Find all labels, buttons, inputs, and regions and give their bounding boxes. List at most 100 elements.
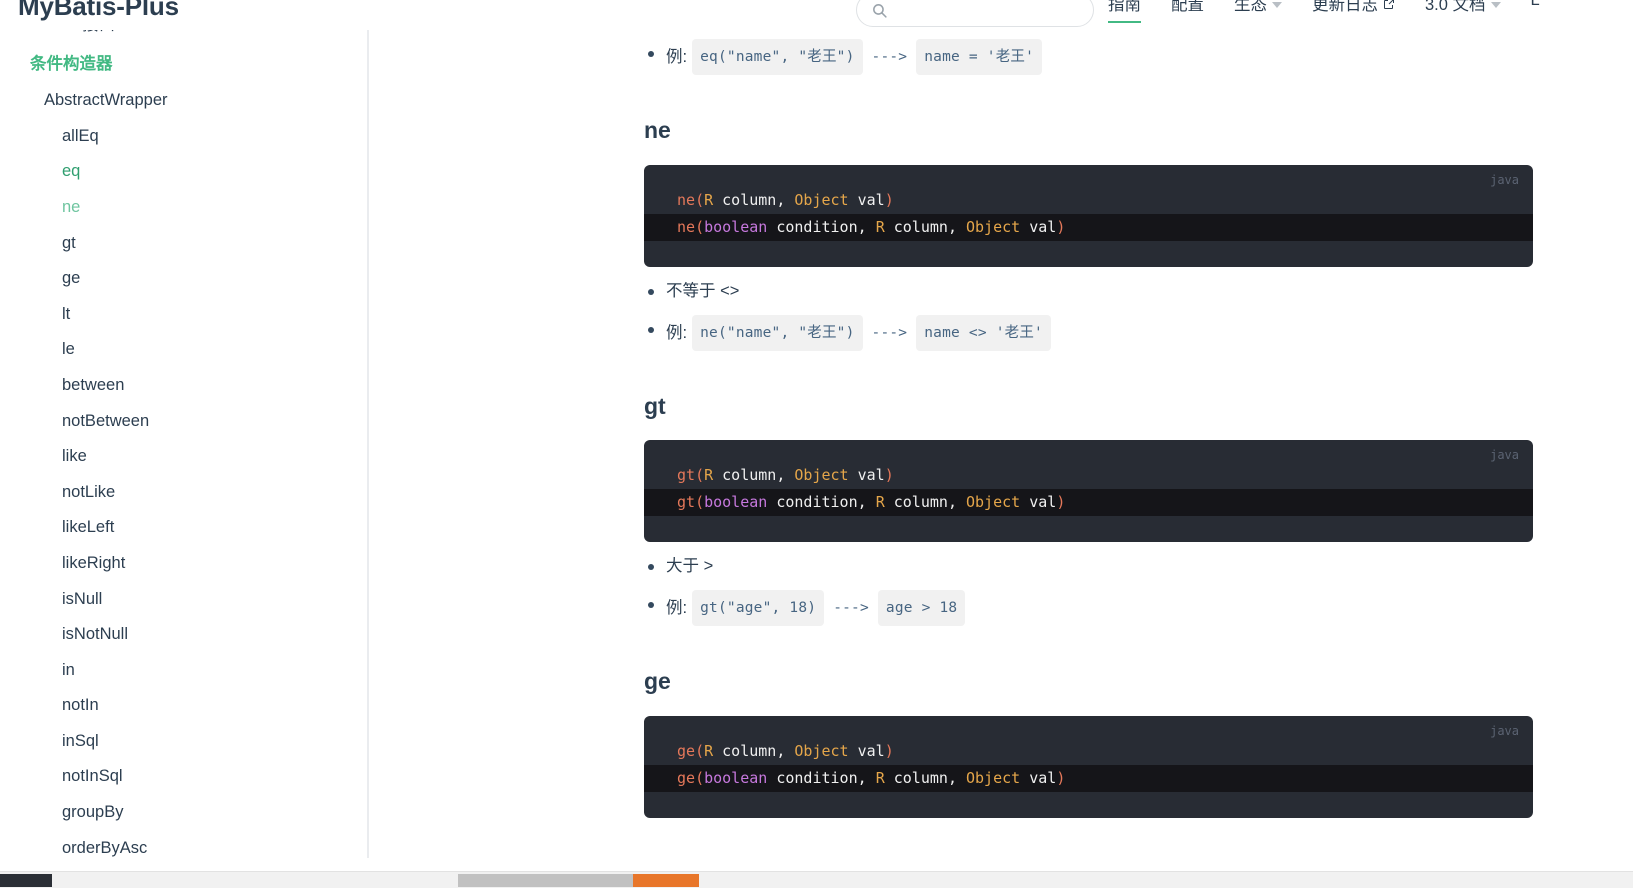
- arrow-separator: --->: [833, 600, 869, 617]
- sidebar-item-notInSql[interactable]: notInSql: [0, 759, 352, 795]
- code-token-var: val: [848, 466, 885, 485]
- code-token-type: Object: [794, 466, 849, 485]
- code-token-type: R: [704, 741, 714, 760]
- code-token-type: Object: [966, 768, 1021, 787]
- code-token-type: R: [875, 493, 885, 512]
- sidebar-item-in[interactable]: in: [0, 652, 352, 688]
- code-block-ge[interactable]: java ge(R column, Object val) ge(boolean…: [644, 715, 1533, 818]
- horizontal-scrollbar-thumb[interactable]: [458, 874, 699, 887]
- code-token-punc: (: [695, 493, 705, 512]
- nav-item-config[interactable]: 配置: [1171, 0, 1204, 23]
- code-token-var: ,: [947, 217, 966, 236]
- external-link-icon: [1383, 0, 1395, 10]
- code-token-var: val: [848, 190, 885, 209]
- nav-item-guide[interactable]: 指南: [1108, 0, 1141, 23]
- nav-item-label: 指南: [1108, 0, 1141, 14]
- code-token-var: val: [848, 741, 885, 760]
- section-heading-gt: gt: [644, 392, 666, 419]
- example-label: 例:: [666, 48, 688, 66]
- code-token-type: R: [704, 466, 714, 485]
- sidebar-item-like[interactable]: like: [0, 438, 352, 474]
- code-token-punc: ): [884, 190, 894, 209]
- search-icon: [871, 2, 888, 19]
- code-token-var: column: [884, 493, 948, 512]
- code-token-type: Object: [966, 493, 1021, 512]
- code-token-type: R: [875, 217, 885, 236]
- ne-bullet-list: 不等于 <> 例: ne("name", "老王") ---> name <> …: [644, 277, 1546, 351]
- sidebar-item-notBetween[interactable]: notBetween: [0, 403, 352, 439]
- sidebar-list: CRUD 接口 条件构造器 AbstractWrapper allEq eq n…: [0, 30, 352, 858]
- code-language-label: java: [1490, 172, 1519, 187]
- code-token-var: condition: [767, 768, 858, 787]
- nav-item-ecosystem[interactable]: 生态: [1234, 0, 1282, 23]
- code-block-gt[interactable]: java gt(R column, Object val) gt(boolean…: [644, 440, 1533, 543]
- nav-item-language[interactable]: L: [1531, 0, 1540, 18]
- nav-item-changelog[interactable]: 更新日志: [1312, 0, 1395, 23]
- code-line-highlighted: ne(boolean condition, R column, Object v…: [644, 213, 1533, 241]
- sidebar-item-eq[interactable]: eq: [0, 154, 352, 190]
- search-input[interactable]: [888, 0, 1093, 26]
- bullet-text: 不等于 <>: [666, 281, 740, 300]
- doc-body: 例: eq("name", "老王") ---> name = '老王' ne …: [386, 30, 1546, 824]
- code-token-var: ,: [857, 217, 876, 236]
- horizontal-scrollbar[interactable]: [0, 871, 1633, 888]
- code-token-var: val: [1020, 493, 1057, 512]
- sidebar-item-isNotNull[interactable]: isNotNull: [0, 616, 352, 652]
- sidebar-item-groupBy[interactable]: groupBy: [0, 794, 352, 830]
- search-box[interactable]: [856, 0, 1094, 27]
- code-token-var: ,: [857, 768, 876, 787]
- sidebar-item-le[interactable]: le: [0, 332, 352, 368]
- eq-example-list: 例: eq("name", "老王") ---> name = '老王': [644, 39, 1546, 75]
- code-token-kw: boolean: [704, 493, 768, 512]
- nav-item-label: 配置: [1171, 0, 1204, 14]
- code-token-fn: ge: [677, 741, 696, 760]
- sidebar-item-between[interactable]: between: [0, 367, 352, 403]
- sidebar-item-ge[interactable]: ge: [0, 260, 352, 296]
- code-token-punc: ): [884, 466, 894, 485]
- sidebar-group-title-wrapper[interactable]: 条件构造器: [0, 42, 352, 82]
- sidebar-item-orderByAsc[interactable]: orderByAsc: [0, 830, 352, 858]
- example-label: 例:: [666, 599, 688, 618]
- sidebar-item-gt[interactable]: gt: [0, 225, 352, 261]
- bullet-text: 大于 >: [666, 557, 714, 576]
- taskbar-active-item[interactable]: [633, 874, 699, 887]
- example-code: gt("age", 18): [692, 590, 825, 627]
- code-token-fn: ne: [677, 217, 696, 236]
- nav-item-label: 更新日志: [1312, 0, 1378, 14]
- sidebar-item-isNull[interactable]: isNull: [0, 581, 352, 617]
- example-result: name = '老王': [916, 39, 1043, 75]
- sidebar-item-inSql[interactable]: inSql: [0, 723, 352, 759]
- section-heading-ne: ne: [644, 117, 671, 143]
- main-content: 例: eq("name", "老王") ---> name = '老王' ne …: [386, 30, 1633, 858]
- code-language-label: java: [1490, 723, 1519, 738]
- sidebar-item-crud-api[interactable]: CRUD 接口: [0, 30, 352, 42]
- code-token-var: ,: [947, 493, 966, 512]
- sidebar-item-likeLeft[interactable]: likeLeft: [0, 510, 352, 546]
- sidebar-item-notIn[interactable]: notIn: [0, 688, 352, 724]
- sidebar-item-notLike[interactable]: notLike: [0, 474, 352, 510]
- list-item: 不等于 <>: [644, 277, 1546, 305]
- sidebar-item-abstractwrapper[interactable]: AbstractWrapper: [0, 82, 352, 118]
- code-token-punc: ): [1056, 768, 1066, 787]
- code-block-ne[interactable]: java ne(R column, Object val) ne(boolean…: [644, 164, 1533, 267]
- example-label: 例:: [666, 323, 688, 342]
- example-result: name <> '老王': [916, 314, 1051, 351]
- code-token-punc: (: [695, 768, 705, 787]
- sidebar-item-ne[interactable]: ne: [0, 189, 352, 225]
- code-token-var: condition: [767, 217, 858, 236]
- code-token-punc: ): [884, 741, 894, 760]
- code-token-punc: (: [695, 190, 705, 209]
- code-token-var: column: [713, 190, 777, 209]
- brand-logo[interactable]: MyBatis-Plus: [18, 0, 179, 22]
- code-line-highlighted: ge(boolean condition, R column, Object v…: [644, 764, 1533, 792]
- sidebar-item-allEq[interactable]: allEq: [0, 118, 352, 154]
- code-line: ne(R column, Object val): [644, 187, 1533, 214]
- code-line-highlighted: gt(boolean condition, R column, Object v…: [644, 489, 1533, 517]
- nav-item-v3-docs[interactable]: 3.0 文档: [1425, 0, 1501, 23]
- code-token-kw: boolean: [704, 217, 768, 236]
- code-token-fn: gt: [677, 466, 696, 485]
- code-token-var: ,: [947, 768, 966, 787]
- sidebar-item-lt[interactable]: lt: [0, 296, 352, 332]
- sidebar-item-likeRight[interactable]: likeRight: [0, 545, 352, 581]
- code-token-kw: boolean: [704, 768, 768, 787]
